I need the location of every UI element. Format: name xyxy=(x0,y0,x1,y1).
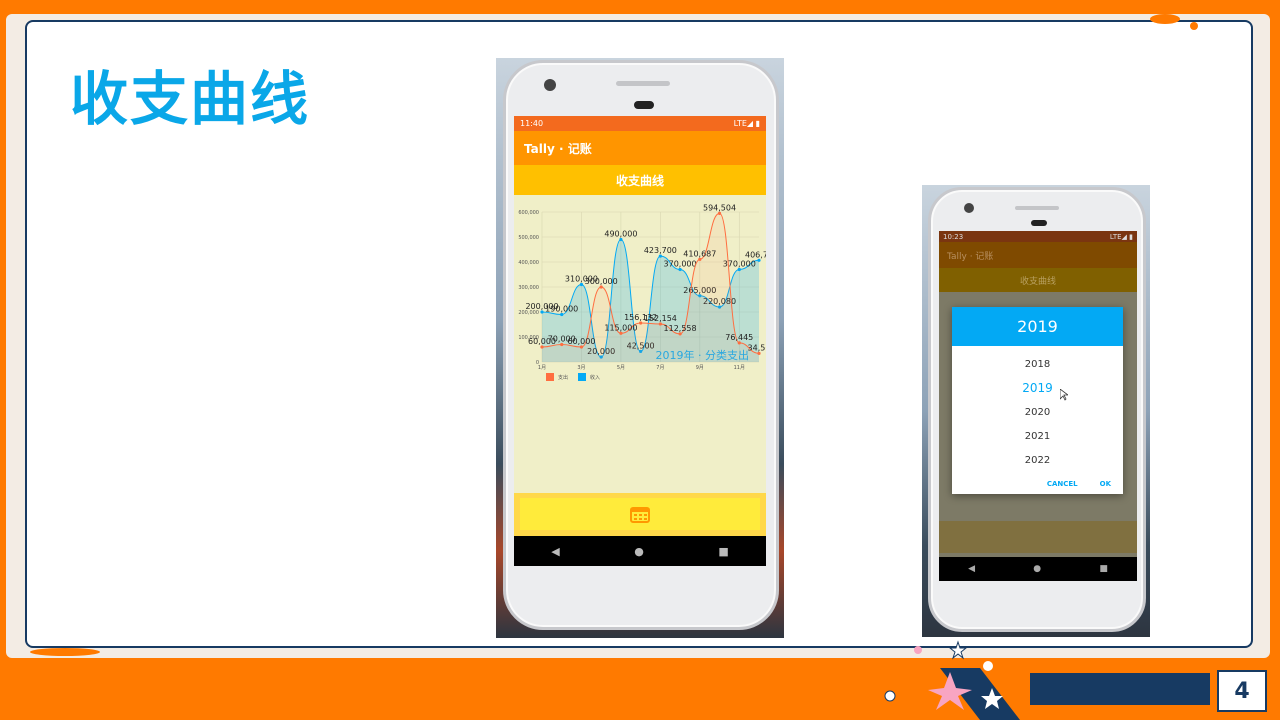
chart-header-title: 收支曲线 xyxy=(1019,276,1056,287)
y-tick-label: 300,000 xyxy=(518,285,539,291)
back-icon[interactable]: ◀ xyxy=(551,545,559,558)
status-time: 11:40 xyxy=(520,119,544,128)
recents-icon[interactable]: ■ xyxy=(1099,564,1108,574)
data-label: 300,000 xyxy=(585,277,618,286)
data-label: 60,000 xyxy=(567,337,595,346)
app-title: Tally · 记账 xyxy=(947,251,994,262)
dialog-header: 2019 xyxy=(952,307,1123,346)
home-icon[interactable]: ● xyxy=(634,545,644,558)
year-picker-dialog: 2019 2018 2019 2020 2021 2022 CANCEL OK xyxy=(952,307,1123,494)
data-label: 152,154 xyxy=(644,314,677,323)
footer-panel xyxy=(939,521,1137,553)
legend-label: 支出 xyxy=(558,374,568,381)
legend-label: 收入 xyxy=(590,374,600,381)
slide-title: 收支曲线 xyxy=(70,65,311,133)
data-label: 410,687 xyxy=(683,249,716,258)
chart-caption: 2019年 · 分类支出 xyxy=(656,348,749,362)
footer-panel xyxy=(514,493,766,536)
status-bar: 10:23 LTE◢ ▮ xyxy=(939,231,1137,242)
phone-screen-1: 11:40 LTE◢ ▮ Tally · 记账 收支曲线 0 100,000 200… xyxy=(514,116,766,566)
year-option[interactable]: 2018 xyxy=(952,352,1123,376)
chart-header: 收支曲线 xyxy=(939,268,1137,292)
x-tick-label: 9月 xyxy=(696,365,704,371)
income-expense-chart[interactable]: 0100,000200,000300,000400,000500,000600,… xyxy=(514,196,766,428)
page-number: 4 xyxy=(1217,670,1267,712)
status-bar: 11:40 LTE◢ ▮ xyxy=(514,116,766,131)
x-tick-label: 3月 xyxy=(577,365,585,371)
paint-splat xyxy=(30,648,100,656)
year-option-selected[interactable]: 2019 xyxy=(952,376,1123,400)
calendar-button[interactable] xyxy=(520,498,760,530)
sensor xyxy=(634,101,654,109)
year-option[interactable]: 2020 xyxy=(952,400,1123,424)
cancel-button[interactable]: CANCEL xyxy=(1047,480,1078,488)
recents-icon[interactable]: ■ xyxy=(718,545,728,558)
data-label: 112,558 xyxy=(664,324,697,333)
star-decoration xyxy=(884,640,1020,720)
x-tick-label: 11月 xyxy=(734,365,745,371)
status-time: 10:23 xyxy=(943,232,964,241)
paint-splat xyxy=(1190,22,1198,30)
app-title: Tally · 记账 xyxy=(524,141,592,156)
calendar-icon xyxy=(630,507,650,523)
legend-swatch xyxy=(578,373,586,381)
camera-icon xyxy=(964,203,974,213)
y-tick-label: 600,000 xyxy=(518,210,539,216)
data-label: 34,56 xyxy=(748,343,766,352)
x-tick-label: 5月 xyxy=(617,365,625,371)
legend-swatch xyxy=(546,373,554,381)
data-label: 76,445 xyxy=(725,333,753,342)
data-label: 115,000 xyxy=(604,323,637,332)
android-nav-bar: ◀ ● ■ xyxy=(514,536,766,566)
speaker-grille xyxy=(616,81,670,86)
dialog-header-year: 2019 xyxy=(1017,317,1058,336)
ok-button[interactable]: OK xyxy=(1100,480,1111,488)
y-tick-label: 400,000 xyxy=(518,260,539,266)
y-tick-label: 500,000 xyxy=(518,235,539,241)
year-option[interactable]: 2022 xyxy=(952,448,1123,472)
speaker-grille xyxy=(1015,206,1059,210)
data-label: 190,000 xyxy=(545,305,578,314)
page-number-text: 4 xyxy=(1234,678,1250,704)
home-icon[interactable]: ● xyxy=(1033,564,1041,574)
data-label: 406,76 xyxy=(745,250,766,259)
x-tick-label: 7月 xyxy=(656,365,664,371)
data-label: 594,504 xyxy=(703,203,736,212)
camera-icon xyxy=(544,79,556,91)
x-tick-label: 1月 xyxy=(538,365,546,371)
paint-splat xyxy=(1150,14,1180,24)
status-icons: LTE◢ ▮ xyxy=(1109,232,1133,241)
sensor xyxy=(1031,220,1047,226)
app-bar: Tally · 记账 xyxy=(514,131,766,165)
status-icons: LTE◢ ▮ xyxy=(733,119,760,128)
mouse-cursor-icon xyxy=(1060,389,1068,401)
year-option[interactable]: 2021 xyxy=(952,424,1123,448)
data-label: 370,000 xyxy=(664,260,697,269)
data-label: 490,000 xyxy=(604,230,637,239)
app-bar: Tally · 记账 xyxy=(939,242,1137,268)
chart-header-title: 收支曲线 xyxy=(615,173,664,188)
back-icon[interactable]: ◀ xyxy=(968,564,975,574)
footer-bar xyxy=(1030,673,1210,705)
chart-header: 收支曲线 xyxy=(514,165,766,195)
data-label: 423,700 xyxy=(644,246,677,255)
android-nav-bar: ◀ ● ■ xyxy=(939,557,1137,581)
